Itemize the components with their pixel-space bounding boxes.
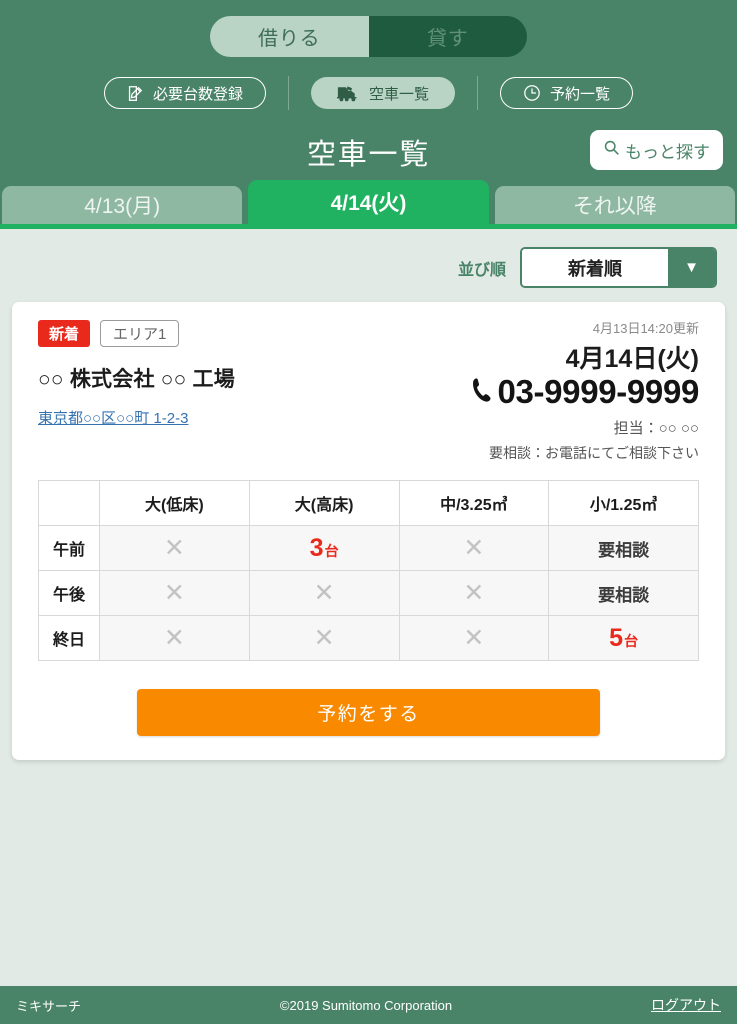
company-name: ○○ 株式会社 ○○ 工場 (38, 368, 235, 391)
count-unit: 台 (324, 542, 339, 559)
availability-table: 大(低床) 大(高床) 中/3.25㎥ 小/1.25㎥ 午前 ✕ 3台 ✕ 要相… (38, 480, 699, 661)
unavailable-icon: ✕ (313, 623, 335, 652)
nav-item-register-required-units[interactable]: 必要台数登録 (103, 77, 266, 109)
sort-order-select[interactable]: 新着順 ▼ (520, 247, 717, 288)
app-footer: ミキサーチ ©2019 Sumitomo Corporation ログアウト (0, 984, 737, 1024)
nav-item-label: 予約一覧 (550, 85, 611, 103)
reserve-button[interactable]: 予約をする (137, 689, 600, 736)
vehicle-listing-card: 新着 エリア1 ○○ 株式会社 ○○ 工場 東京都○○区○○町 1-2-3 4月… (12, 302, 725, 760)
edit-document-icon (127, 85, 144, 102)
clock-icon (523, 84, 541, 102)
sort-order-value: 新着順 (522, 249, 668, 286)
truck-icon (336, 85, 360, 102)
tab-date-0414[interactable]: 4/14(火) (248, 180, 489, 224)
reservation-date: 4月14日(火) (565, 345, 699, 373)
badge-group: 新着 エリア1 (38, 320, 235, 347)
consult-text: 要相談 (598, 585, 650, 605)
mode-toggle[interactable]: 借りる 貸す (210, 16, 527, 57)
updated-timestamp: 4月13日14:20更新 (592, 321, 699, 336)
count-unit: 台 (624, 632, 639, 649)
nav-item-label: 必要台数登録 (152, 85, 243, 103)
table-col-header-2: 中/3.25㎥ (398, 480, 550, 526)
app-header: 借りる 貸す 必要台数登録 空車一覧 予約一覧 空車一覧 もっと探す 4/13(… (0, 0, 737, 229)
cell-afternoon-1[interactable]: ✕ (248, 570, 400, 616)
nav-divider-2 (477, 76, 478, 110)
page-title: 空車一覧 (307, 139, 430, 171)
search-more-label: もっと探す (625, 142, 710, 162)
phone-number-row[interactable]: 03-9999-9999 (471, 373, 699, 411)
tab-date-0413[interactable]: 4/13(月) (2, 186, 243, 224)
unavailable-icon: ✕ (163, 578, 185, 607)
cell-afternoon-3[interactable]: 要相談 (548, 570, 699, 616)
unavailable-icon: ✕ (463, 578, 485, 607)
table-col-header-1: 大(高床) (248, 480, 400, 526)
sort-label: 並び順 (457, 261, 506, 279)
nav-divider-1 (287, 76, 289, 110)
date-tabs: 4/13(月) 4/14(火) それ以降 (0, 180, 737, 224)
cell-morning-3[interactable]: 要相談 (548, 525, 699, 571)
cell-allday-0[interactable]: ✕ (99, 615, 250, 661)
available-count: 5台 (609, 623, 639, 652)
consultation-note: 要相談：お電話にてご相談下さい (489, 445, 699, 461)
status-badge-new: 新着 (38, 320, 91, 347)
address-link[interactable]: 東京都○○区○○町 1-2-3 (38, 407, 188, 428)
cell-morning-0[interactable]: ✕ (99, 525, 250, 571)
phone-number: 03-9999-9999 (497, 373, 699, 410)
cell-afternoon-2[interactable]: ✕ (398, 570, 550, 616)
cell-afternoon-0[interactable]: ✕ (99, 570, 250, 616)
unavailable-icon: ✕ (463, 533, 485, 562)
phone-icon (471, 373, 493, 411)
tab-date-later[interactable]: それ以降 (494, 186, 735, 224)
table-col-header-3: 小/1.25㎥ (548, 480, 699, 526)
row-label-morning: 午前 (38, 525, 100, 571)
mode-toggle-lend[interactable]: 貸す (368, 16, 527, 57)
mode-toggle-borrow[interactable]: 借りる (210, 16, 369, 57)
table-row: 午前 ✕ 3台 ✕ 要相談 (38, 525, 699, 571)
title-row: 空車一覧 もっと探す (0, 124, 737, 180)
nav-item-reservation-list[interactable]: 予約一覧 (500, 77, 634, 109)
footer-brand: ミキサーチ (16, 998, 82, 1014)
sort-row: 並び順 新着順 ▼ (0, 229, 737, 302)
footer-copyright: ©2019 Sumitomo Corporation (279, 997, 453, 1013)
table-row: 終日 ✕ ✕ ✕ 5台 (38, 615, 699, 661)
row-label-allday: 終日 (38, 615, 100, 661)
cell-allday-2[interactable]: ✕ (398, 615, 550, 661)
card-left-block: 新着 エリア1 ○○ 株式会社 ○○ 工場 東京都○○区○○町 1-2-3 (38, 318, 235, 428)
card-header: 新着 エリア1 ○○ 株式会社 ○○ 工場 東京都○○区○○町 1-2-3 4月… (38, 318, 699, 463)
table-col-header-0: 大(低床) (99, 480, 250, 526)
table-header-row: 大(低床) 大(高床) 中/3.25㎥ 小/1.25㎥ (38, 480, 699, 526)
search-icon (603, 139, 620, 161)
available-count: 3台 (309, 533, 339, 562)
app-root: 借りる 貸す 必要台数登録 空車一覧 予約一覧 空車一覧 もっと探す 4/13(… (0, 0, 737, 1024)
unavailable-icon: ✕ (163, 623, 185, 652)
cell-morning-2[interactable]: ✕ (398, 525, 550, 571)
consult-text: 要相談 (598, 540, 650, 560)
card-right-block: 4月13日14:20更新 4月14日(火) 03-9999-9999 担当：○○… (471, 318, 699, 463)
unavailable-icon: ✕ (463, 623, 485, 652)
chevron-down-icon: ▼ (668, 249, 715, 286)
cell-allday-1[interactable]: ✕ (248, 615, 400, 661)
status-badge-area: エリア1 (100, 320, 180, 347)
main-content: 並び順 新着順 ▼ 新着 エリア1 ○○ 株式会社 ○○ 工場 東京都○○区○○… (0, 229, 737, 1024)
table-corner-cell (38, 480, 100, 526)
nav-item-label: 空車一覧 (368, 85, 429, 103)
row-label-afternoon: 午後 (38, 570, 100, 616)
contact-person: 担当：○○ ○○ (613, 420, 699, 437)
primary-nav: 必要台数登録 空車一覧 予約一覧 (0, 76, 737, 124)
unavailable-icon: ✕ (163, 533, 185, 562)
logout-link[interactable]: ログアウト (651, 995, 721, 1015)
search-more-button[interactable]: もっと探す (590, 130, 723, 170)
unavailable-icon: ✕ (313, 578, 335, 607)
table-row: 午後 ✕ ✕ ✕ 要相談 (38, 570, 699, 616)
cell-allday-3[interactable]: 5台 (548, 615, 699, 661)
cell-morning-1[interactable]: 3台 (248, 525, 400, 571)
nav-item-available-vehicles[interactable]: 空車一覧 (310, 77, 455, 109)
